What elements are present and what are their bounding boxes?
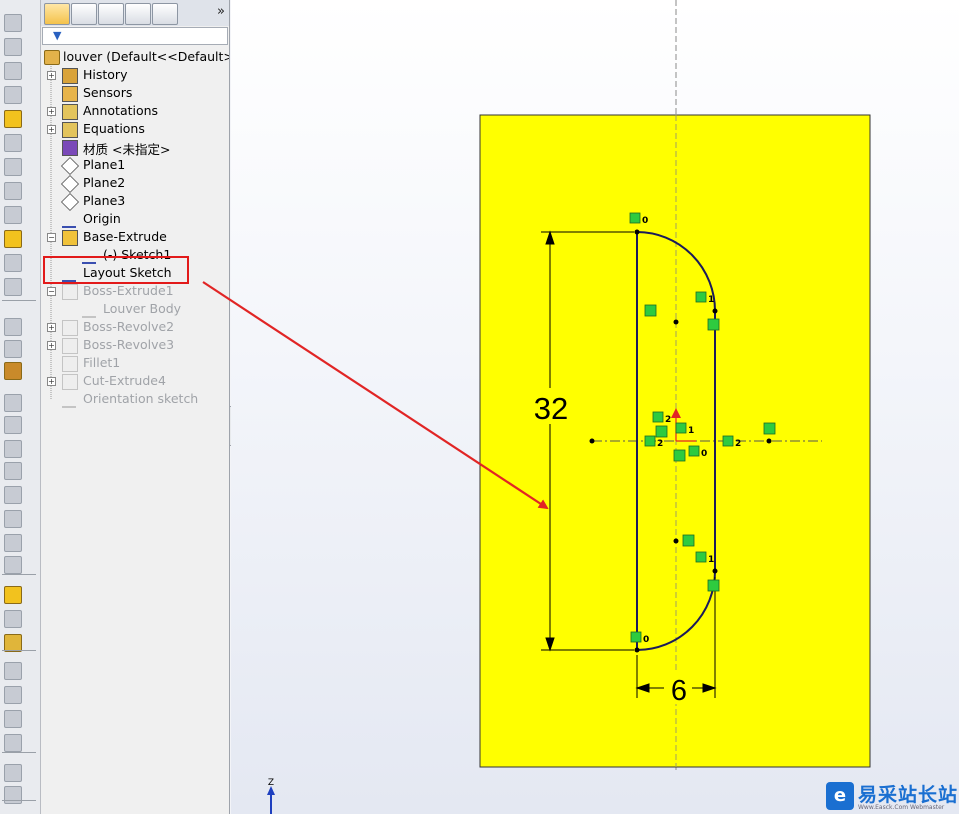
relation-marker[interactable]	[675, 422, 687, 434]
relation-label: 2	[665, 415, 671, 425]
site-logo-icon: e	[826, 782, 854, 810]
relation-marker[interactable]	[763, 422, 776, 435]
relation-marker[interactable]	[682, 534, 695, 547]
view-triad: Z	[267, 778, 275, 814]
centerline-endpoint-left[interactable]	[589, 438, 595, 444]
relation-label: 1	[708, 295, 714, 305]
watermark-title: 易采站长站	[858, 784, 959, 806]
centerline-endpoint-right[interactable]	[766, 438, 772, 444]
arc-center-point[interactable]	[673, 319, 679, 325]
relation-marker[interactable]	[707, 579, 720, 592]
relation-marker[interactable]	[644, 304, 657, 317]
relation-marker[interactable]	[722, 435, 734, 447]
sketch-point[interactable]	[712, 308, 718, 314]
sketch-point[interactable]	[634, 647, 640, 653]
triad-z-label: Z	[268, 778, 274, 788]
relation-label: 1	[708, 555, 714, 565]
relation-marker[interactable]	[707, 318, 720, 331]
relation-marker[interactable]	[652, 411, 664, 423]
relation-marker[interactable]	[695, 551, 707, 563]
relation-marker[interactable]	[695, 291, 707, 303]
watermark-subtitle: Www.Easck.Com Webmaster	[858, 804, 945, 811]
relation-marker[interactable]	[630, 631, 642, 643]
arc-center-point[interactable]	[673, 538, 679, 544]
relation-marker[interactable]	[673, 449, 686, 462]
relation-label: 2	[657, 439, 663, 449]
watermark: e 易采站长站 Www.Easck.Com Webmaster	[824, 780, 959, 814]
relation-marker[interactable]	[688, 445, 700, 457]
relation-marker[interactable]	[644, 435, 656, 447]
dimension-32-value[interactable]: 32	[534, 391, 568, 426]
dimension-6-value[interactable]: 6	[671, 675, 687, 707]
relation-label: 0	[643, 635, 649, 645]
relation-label: 0	[642, 216, 648, 226]
sketch-point[interactable]	[634, 229, 640, 235]
relation-marker[interactable]	[655, 425, 668, 438]
relation-marker[interactable]	[629, 212, 641, 224]
relation-label: 0	[701, 449, 707, 459]
sketch-point[interactable]	[712, 568, 718, 574]
relation-label: 1	[688, 426, 694, 436]
relation-label: 2	[735, 439, 741, 449]
graphics-overlay: 32 6 0 1 2 1 2 0 2 1 0 Z	[202, 0, 871, 814]
